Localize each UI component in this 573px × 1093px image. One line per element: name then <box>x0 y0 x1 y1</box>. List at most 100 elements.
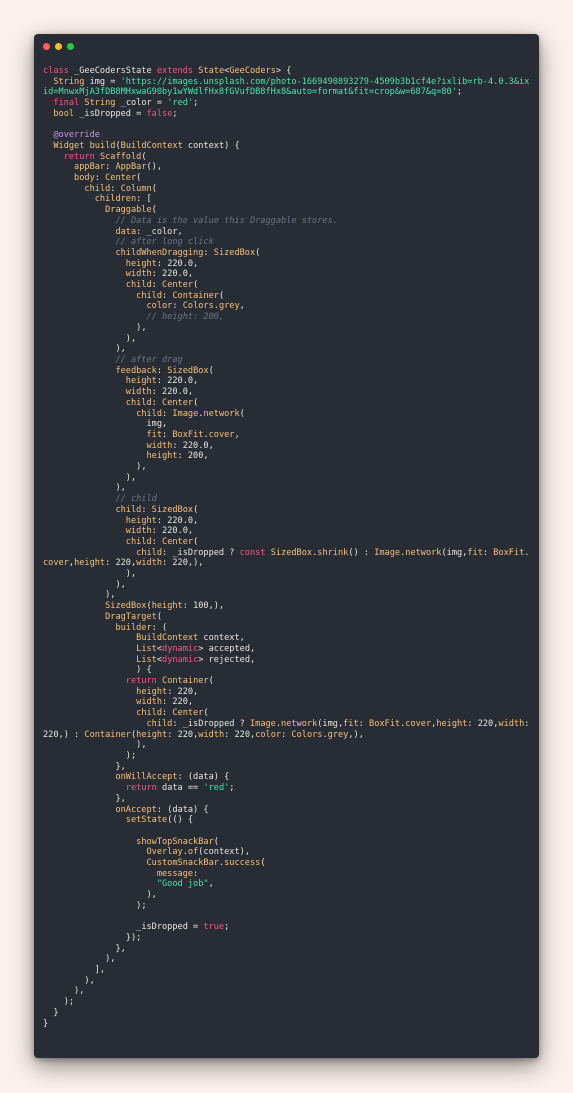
code-token-function: network <box>281 718 318 729</box>
code-line: Draggable( <box>43 205 533 216</box>
code-token-identifier: GeeCoders <box>229 66 276 76</box>
code-token-function: setState <box>125 815 168 826</box>
code-token-function: shrink <box>317 547 349 558</box>
code-token-text: ], <box>43 965 106 976</box>
code-token-identifier: Image <box>374 547 401 558</box>
code-token-text: : 220.0, <box>172 440 214 451</box>
code-line: child: _isDropped ? Image.network(img,fi… <box>43 719 533 740</box>
code-line: child: SizedBox( <box>43 505 533 516</box>
code-token-identifier: appBar <box>74 162 106 173</box>
code-token-text: () : <box>348 547 375 558</box>
code-line: ) { <box>43 665 533 676</box>
code-token-keyword: return <box>125 783 157 794</box>
code-token-identifier: SizedBox <box>213 247 256 258</box>
code-token-text: } <box>43 1018 49 1029</box>
code-line: Overlay.of(context), <box>43 847 533 858</box>
code-token-identifier: Center <box>162 397 194 408</box>
code-token-text: }, <box>43 761 126 772</box>
code-line: showTopSnackBar( <box>43 837 533 848</box>
code-line: }, <box>43 762 533 773</box>
code-token-text: ), <box>43 333 137 344</box>
code-token-keyword: dynamic <box>162 643 199 654</box>
minimize-dot[interactable] <box>55 43 62 50</box>
code-token-identifier: AppBar <box>115 162 147 173</box>
code-token-text: ), <box>43 975 95 986</box>
code-token-text: img = <box>84 76 121 87</box>
code-token-text: : <box>162 429 173 440</box>
code-line: height: 220.0, <box>43 376 533 387</box>
code-token-text: }, <box>43 943 126 954</box>
code-token-text: ( <box>203 708 209 719</box>
code-token-text: : 220.0, <box>156 376 199 387</box>
code-line: fit: BoxFit.cover, <box>43 430 533 441</box>
code-token-identifier: feedback <box>115 365 157 376</box>
code-token-text: : _color, <box>136 226 183 237</box>
code-line: // Data is the value this Draggable stor… <box>43 216 533 227</box>
code-token-text: : <box>193 868 199 879</box>
code-token-identifier: Container <box>172 290 219 301</box>
code-token-function: build <box>89 140 116 151</box>
code-line: width: 220, <box>43 697 533 708</box>
code-token-text: (img, <box>441 547 468 558</box>
code-token-text: : 220.0, <box>151 269 194 280</box>
code-line: height: 220.0, <box>43 259 533 270</box>
code-line: ), <box>43 986 533 997</box>
code-token-string: "Good job" <box>156 879 209 890</box>
code-token-identifier: child <box>115 504 142 515</box>
code-line: ), <box>43 890 533 901</box>
code-token-text: : <box>162 708 173 719</box>
code-token-text: ), <box>43 322 147 333</box>
code-token-text: ), <box>43 740 147 751</box>
code-line: final String _color = 'red'; <box>43 98 533 109</box>
code-token-text: : <box>358 718 370 729</box>
code-line: // child <box>43 494 533 505</box>
code-token-text: : (data) { <box>156 804 209 815</box>
code-line: ), <box>43 344 533 355</box>
code-token-identifier: onWillAccept <box>115 772 178 783</box>
code-token-comment: // after long click <box>115 237 214 248</box>
code-token-identifier: String <box>53 76 85 87</box>
code-token-text: : <box>203 247 214 258</box>
code-token-text: ; <box>229 783 235 794</box>
code-token-identifier: child <box>136 547 163 558</box>
code-token-identifier: fit <box>146 429 163 440</box>
code-line: class _GeeCodersState extends State<GeeC… <box>43 66 533 77</box>
code-line: ), <box>43 976 533 987</box>
code-token-text: ), <box>43 344 126 355</box>
code-token-text: : <box>162 290 173 301</box>
code-token-text: : 220.0, <box>151 387 194 398</box>
code-token-text: ; <box>193 98 199 109</box>
code-token-text: ), <box>43 462 147 473</box>
code-line: }, <box>43 944 533 955</box>
code-token-text: ( <box>151 205 157 216</box>
zoom-dot[interactable] <box>67 43 74 50</box>
code-token-text: context) { <box>182 140 240 151</box>
code-line: ], <box>43 965 533 976</box>
code-token-text: : 220,), <box>162 558 204 569</box>
code-token-text: : 220.0, <box>151 526 194 537</box>
code-token-string: 'red' <box>167 98 194 109</box>
code-line: // height: 200, <box>43 312 533 323</box>
code-token-text: : <box>141 504 152 515</box>
code-token-text: , <box>208 879 214 890</box>
code-line: child: Center( <box>43 280 533 291</box>
code-line: DragTarget( <box>43 612 533 623</box>
code-line: body: Center( <box>43 173 533 184</box>
close-dot[interactable] <box>43 43 50 50</box>
code-token-identifier: data <box>115 226 137 237</box>
